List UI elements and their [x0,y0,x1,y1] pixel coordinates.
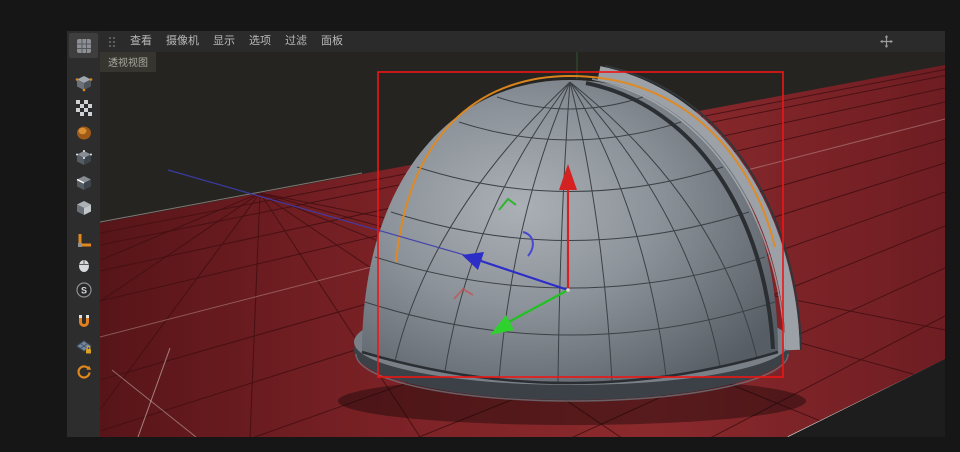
viewport-label[interactable]: 透视视图 [100,52,156,72]
mouse-icon[interactable] [69,252,98,277]
magnet-icon[interactable] [69,309,98,334]
rotate-icon[interactable] [69,359,98,384]
app-grid-icon[interactable] [69,33,98,58]
viewport-menubar: 查看 摄像机 显示 选项 过滤 面板 [100,31,945,52]
menu-item-filter[interactable]: 过滤 [285,31,307,52]
gizmo-origin[interactable] [566,288,570,292]
viewport: 透视视图 [100,52,945,437]
menu-item-options[interactable]: 选项 [249,31,271,52]
axis-mode-icon[interactable] [69,227,98,252]
grip-dots-icon[interactable] [108,36,116,48]
pan-cross-icon[interactable] [880,35,893,48]
left-toolbar: S [67,31,100,437]
workplane-lock-icon[interactable] [69,334,98,359]
menu-item-display[interactable]: 显示 [213,31,235,52]
edge-mode-icon[interactable] [69,170,98,195]
viewport-canvas[interactable] [100,52,945,437]
menu-item-view[interactable]: 查看 [130,31,152,52]
snap-letter: S [80,285,86,295]
menu-item-cameras[interactable]: 摄像机 [166,31,199,52]
app-window: S 查看 摄像机 显示 选项 过滤 面板 透视视图 [0,0,960,452]
point-mode-icon[interactable] [69,145,98,170]
polygon-mode-icon[interactable] [69,195,98,220]
menu-item-panel[interactable]: 面板 [321,31,343,52]
snap-icon[interactable]: S [69,277,98,302]
make-editable-icon[interactable] [69,70,98,95]
texture-checker-icon[interactable] [69,95,98,120]
model-mode-icon[interactable] [69,120,98,145]
